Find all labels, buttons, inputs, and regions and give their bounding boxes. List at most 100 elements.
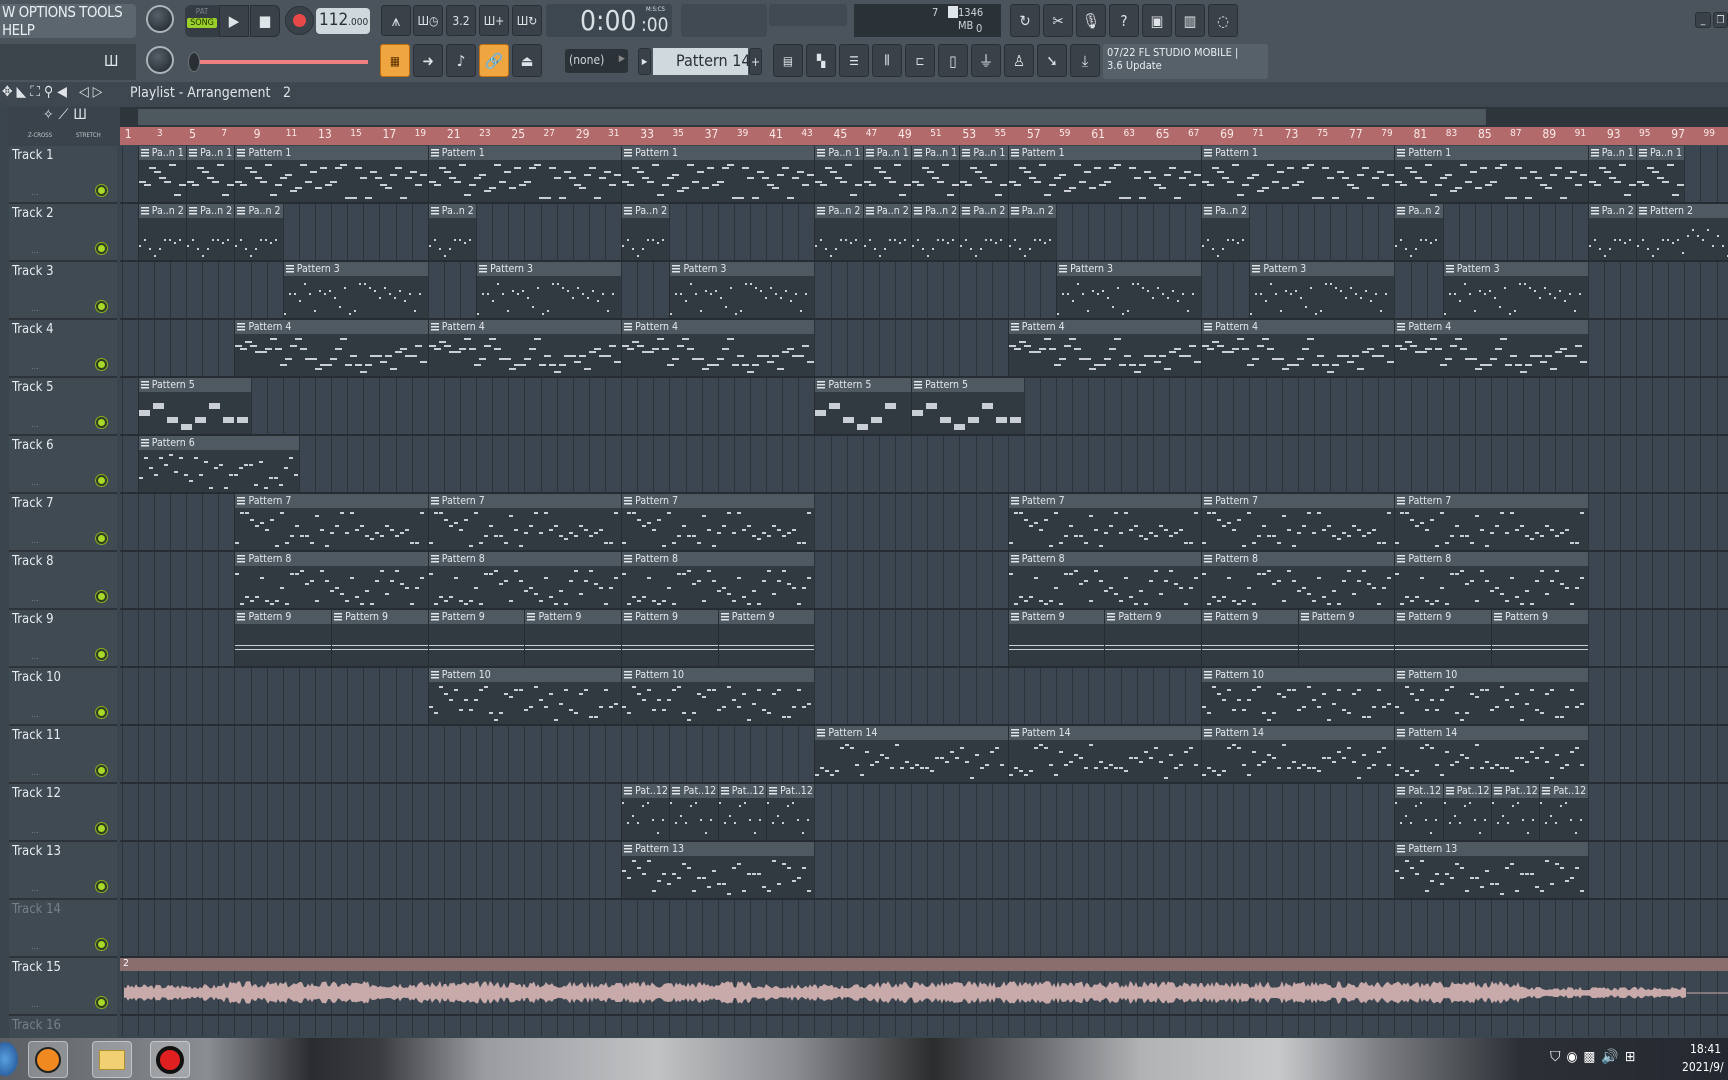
pattern-clip[interactable]: Pa..n 1 — [911, 146, 960, 202]
slider-handle[interactable] — [188, 52, 200, 72]
track-header[interactable]: Track 7... — [9, 494, 117, 552]
pattern-clip[interactable]: Pattern 14 — [1007, 726, 1202, 782]
track-header[interactable]: Track 15... — [9, 958, 117, 1016]
zcross-toggle[interactable]: Z-CROSS — [28, 132, 52, 139]
waveform-tool-icons[interactable]: ✧⟋Ш — [43, 107, 92, 123]
pattern-clip[interactable]: Pattern 9 — [234, 610, 332, 666]
track-mute-led[interactable] — [96, 533, 107, 544]
pattern-clip[interactable]: Pattern 3 — [1442, 262, 1588, 318]
track-options[interactable]: ... — [31, 594, 39, 604]
pattern-clip[interactable]: Pattern 7 — [427, 494, 622, 550]
pattern-clip[interactable]: Pattern 8 — [234, 552, 428, 608]
pattern-clip[interactable]: Pa..n 2 — [911, 204, 960, 260]
master-volume-knob[interactable] — [146, 5, 174, 33]
track-options[interactable]: ... — [31, 420, 39, 430]
main-menu[interactable]: W OPTIONS TOOLS HELP — [0, 3, 136, 39]
track-options[interactable]: ... — [31, 478, 39, 488]
undo-icon[interactable]: ↻ — [1010, 4, 1040, 37]
track-mute-led[interactable] — [96, 417, 107, 428]
channel-rack-icon[interactable]: ☰ — [839, 44, 869, 77]
pattern-clip[interactable]: Pattern 5 — [137, 378, 251, 434]
pattern-clip[interactable]: Pattern 1 — [427, 146, 622, 202]
pat-song-toggle[interactable]: PAT SONG — [185, 5, 219, 37]
pattern-clip[interactable]: Pattern 8 — [1201, 552, 1395, 608]
play-button[interactable]: ▶ — [219, 5, 249, 37]
pattern-clip[interactable]: Pattern 10 — [1201, 668, 1395, 724]
metronome-icon[interactable]: ⩚ — [381, 5, 411, 36]
pattern-clip[interactable]: Pattern 8 — [1007, 552, 1202, 608]
mixer-icon[interactable]: ⫼ — [872, 44, 902, 77]
track-header[interactable]: Track 2... — [9, 204, 117, 262]
pattern-clip[interactable]: Pattern 7 — [1007, 494, 1202, 550]
track-mute-led[interactable] — [96, 301, 107, 312]
pattern-clip[interactable]: Pattern 9 — [1201, 610, 1298, 666]
pattern-clip[interactable]: Pattern 8 — [427, 552, 622, 608]
pattern-clip[interactable]: Pattern 9 — [1394, 610, 1492, 666]
pattern-clip[interactable]: Pa..n 1 — [814, 146, 863, 202]
pattern-selector[interactable]: Pattern 14 — [653, 48, 751, 75]
track-mute-led[interactable] — [96, 591, 107, 602]
pattern-clip[interactable]: Pattern 3 — [1056, 262, 1202, 318]
pattern-clip[interactable]: Pattern 3 — [1249, 262, 1395, 318]
pattern-clip[interactable]: Pattern 3 — [669, 262, 815, 318]
pattern-clip[interactable]: Pa..n 2 — [427, 204, 477, 260]
track-mute-led[interactable] — [96, 243, 107, 254]
track-options[interactable]: ... — [31, 884, 39, 894]
pattern-clip[interactable]: Pa..n 2 — [234, 204, 283, 260]
pattern-clip[interactable]: Pa..n 2 — [959, 204, 1008, 260]
pattern-clip[interactable]: Pattern 10 — [1394, 668, 1588, 724]
playlist-window-icon[interactable]: ▤ — [773, 44, 803, 77]
track-header[interactable]: Track 8... — [9, 552, 117, 610]
track-mute-led[interactable] — [96, 475, 107, 486]
loop-record-icon[interactable]: Ш↻ — [512, 5, 542, 36]
countdown-icon[interactable]: 3.2 — [446, 5, 476, 36]
fl-studio-taskbar-icon[interactable] — [28, 1041, 68, 1078]
track-options[interactable]: ... — [31, 188, 39, 198]
pattern-clip[interactable]: Pattern 9 — [717, 610, 815, 666]
track-options[interactable]: ... — [31, 826, 39, 836]
track-header[interactable]: Track 6... — [9, 436, 117, 494]
track-options[interactable]: ... — [31, 710, 39, 720]
pattern-clip[interactable]: Pa..n 1 — [137, 146, 187, 202]
track-options[interactable]: ... — [31, 362, 39, 372]
step-sequencer-arrow-icon[interactable]: ➜ — [413, 44, 443, 77]
stretch-toggle[interactable]: STRETCH — [76, 132, 101, 139]
pattern-clip[interactable]: Pattern 1 — [1201, 146, 1395, 202]
snap-dropdown[interactable]: (none) ▶ — [565, 49, 628, 73]
pattern-clip[interactable]: Pat..12 — [1491, 784, 1540, 840]
playlist-icon[interactable]: ▦ — [380, 44, 410, 77]
download-icon[interactable]: ⤓ — [1070, 44, 1100, 77]
project-icon[interactable]: ▯ — [938, 44, 968, 77]
pattern-clip[interactable]: Pattern 4 — [427, 320, 622, 376]
pattern-clip[interactable]: Pattern 7 — [234, 494, 428, 550]
pattern-clip[interactable]: Pat..12 — [1394, 784, 1443, 840]
track-header[interactable]: Track 10... — [9, 668, 117, 726]
scroll-handle[interactable] — [138, 109, 1486, 125]
pattern-clip[interactable]: Pattern 9 — [331, 610, 428, 666]
piano-roll-icon[interactable]: ♪ — [446, 44, 476, 77]
pattern-clip[interactable]: Pattern 8 — [1394, 552, 1588, 608]
pattern-clip[interactable]: Pa..n 2 — [1007, 204, 1057, 260]
track-options[interactable]: ... — [31, 536, 39, 546]
arrangement-selector[interactable]: 2 — [283, 85, 291, 101]
wait-input-icon[interactable]: Ш◷ — [413, 5, 443, 36]
browser-icon[interactable]: ⊏ — [905, 44, 935, 77]
track-header[interactable]: Track 1... — [9, 146, 117, 204]
track-header[interactable]: Track 9... — [9, 610, 117, 668]
pattern-clip[interactable]: Pattern 1 — [621, 146, 815, 202]
playlist-grid[interactable]: Pa..n 1 Pa..n 1 Pattern 1 Pattern 1 Pattern … — [120, 146, 1728, 1036]
chat-icon[interactable]: ◌ — [1208, 4, 1238, 37]
minimize-window-icon[interactable]: _ — [1695, 12, 1711, 28]
track-mute-led[interactable] — [96, 765, 107, 776]
link-icon[interactable]: 🔗 — [479, 44, 509, 77]
pattern-clip[interactable]: Pa..n 1 — [186, 146, 235, 202]
pattern-clip[interactable]: Pa..n 2 — [1587, 204, 1637, 260]
master-pitch-knob[interactable] — [146, 46, 174, 74]
pattern-clip[interactable]: Pattern 5 — [911, 378, 1024, 434]
pattern-clip[interactable]: Pattern 13 — [1394, 842, 1588, 898]
track-mute-led[interactable] — [96, 359, 107, 370]
track-header[interactable]: Track 13... — [9, 842, 117, 900]
pattern-clip[interactable]: Pa..n 1 — [1636, 146, 1685, 202]
master-pitch-slider[interactable] — [190, 60, 368, 64]
touch-controller-icon[interactable]: ♙ — [1004, 44, 1034, 77]
